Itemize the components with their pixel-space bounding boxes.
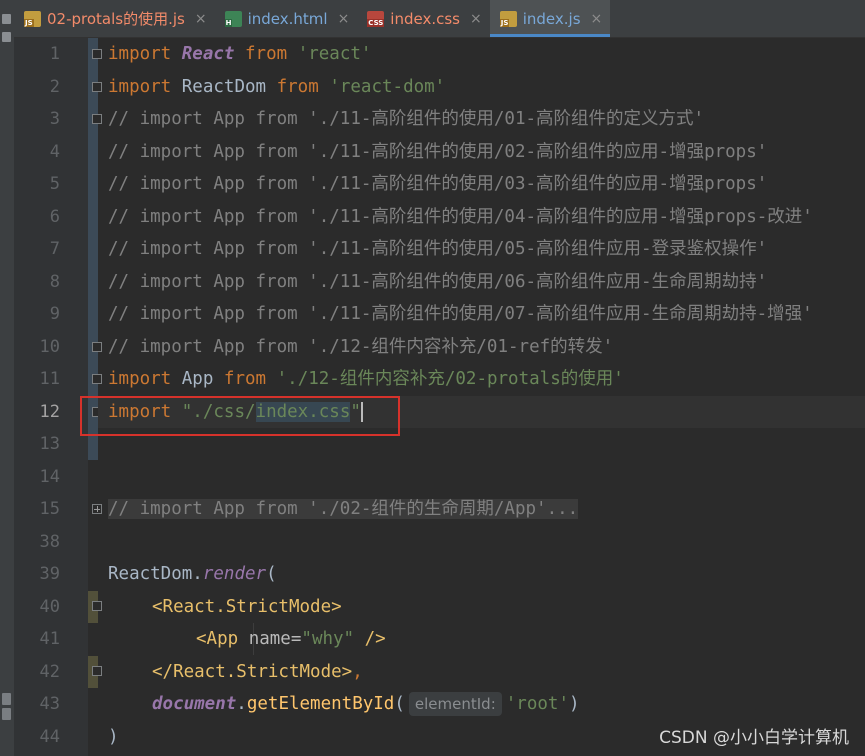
- annotation-highlight-box: [80, 396, 400, 436]
- tab-index-js[interactable]: JS index.js ×: [489, 0, 611, 37]
- code-line-41: <App name="why" />: [196, 629, 386, 649]
- line-number: 11: [39, 369, 60, 389]
- parameter-hint: elementId:: [408, 692, 502, 716]
- close-icon[interactable]: ×: [195, 11, 207, 27]
- code-line-10: // import App from './12-组件内容补充/01-ref的转…: [108, 337, 614, 357]
- line-number: 7: [49, 239, 60, 259]
- line-number: 38: [39, 532, 60, 552]
- code-line-5: // import App from './11-高阶组件的使用/03-高阶组件…: [108, 174, 768, 194]
- code-line-39: ReactDom.render(: [108, 564, 277, 584]
- collapsed-import-block[interactable]: // import App from './02-组件的生命周期/App'...: [108, 493, 579, 525]
- line-number: 8: [49, 272, 60, 292]
- code-line-43: document.getElementById(elementId:'root'…: [152, 692, 580, 716]
- line-number: 14: [39, 467, 60, 487]
- code-line-3: // import App from './11-高阶组件的使用/01-高阶组件…: [108, 109, 705, 129]
- line-number: 40: [39, 597, 60, 617]
- line-number: 4: [49, 142, 60, 162]
- line-number: 39: [39, 564, 60, 584]
- tab-label: index.js: [522, 9, 581, 28]
- line-number: 2: [49, 77, 60, 97]
- code-line-4: // import App from './11-高阶组件的使用/02-高阶组件…: [108, 142, 768, 162]
- editor-tab-bar: JS 02-protals的使用.js × H index.html × CSS…: [14, 0, 865, 38]
- line-number: 41: [39, 629, 60, 649]
- csdn-watermark: CSDN @小小白学计算机: [659, 728, 849, 748]
- close-icon[interactable]: ×: [338, 11, 350, 27]
- tab-label: index.html: [247, 9, 328, 28]
- code-line-11: import App from './12-组件内容补充/02-protals的…: [108, 369, 624, 389]
- line-number: 10: [39, 337, 60, 357]
- code-line-6: // import App from './11-高阶组件的使用/04-高阶组件…: [108, 207, 813, 227]
- line-number: 5: [49, 174, 60, 194]
- code-line-44: ): [108, 727, 119, 747]
- line-number: 9: [49, 304, 60, 324]
- code-line-7: // import App from './11-高阶组件的使用/05-高阶组件…: [108, 239, 768, 259]
- line-number: 43: [39, 694, 60, 714]
- tab-label: index.css: [390, 9, 460, 28]
- line-number: 13: [39, 434, 60, 454]
- css-file-icon: CSS: [367, 10, 385, 27]
- code-line-40: <React.StrictMode>: [152, 597, 342, 617]
- tab-index-html[interactable]: H index.html ×: [215, 0, 358, 37]
- line-number: 6: [49, 207, 60, 227]
- js-file-icon: JS: [499, 10, 517, 27]
- left-tool-strip[interactable]: [0, 0, 15, 756]
- tab-label: 02-protals的使用.js: [47, 10, 185, 28]
- tab-02-protals-js[interactable]: JS 02-protals的使用.js ×: [14, 0, 215, 37]
- line-number: 1: [49, 44, 60, 64]
- project-tool-icon[interactable]: [0, 10, 14, 50]
- close-icon[interactable]: ×: [470, 11, 482, 27]
- close-icon[interactable]: ×: [591, 11, 603, 27]
- line-number: 44: [39, 727, 60, 747]
- html-file-icon: H: [224, 10, 242, 27]
- line-number: 42: [39, 662, 60, 682]
- line-number-current: 12: [39, 402, 60, 422]
- js-file-icon: JS: [24, 10, 41, 27]
- code-line-9: // import App from './11-高阶组件的使用/07-高阶组件…: [108, 304, 813, 324]
- code-line-8: // import App from './11-高阶组件的使用/06-高阶组件…: [108, 272, 768, 292]
- line-number: 15: [39, 499, 60, 519]
- tab-index-css[interactable]: CSS index.css ×: [357, 0, 489, 37]
- code-line-1: import React from 'react': [108, 44, 372, 64]
- line-number: 3: [49, 109, 60, 129]
- code-line-42: </React.StrictMode>,: [152, 662, 363, 682]
- code-line-2: import ReactDom from 'react-dom': [108, 77, 446, 97]
- line-number-gutter[interactable]: 1 2 3 4 5 6 7 8 9 10 11 12 13 14 15 38 3…: [14, 38, 88, 756]
- structure-tool-icon[interactable]: [0, 690, 14, 722]
